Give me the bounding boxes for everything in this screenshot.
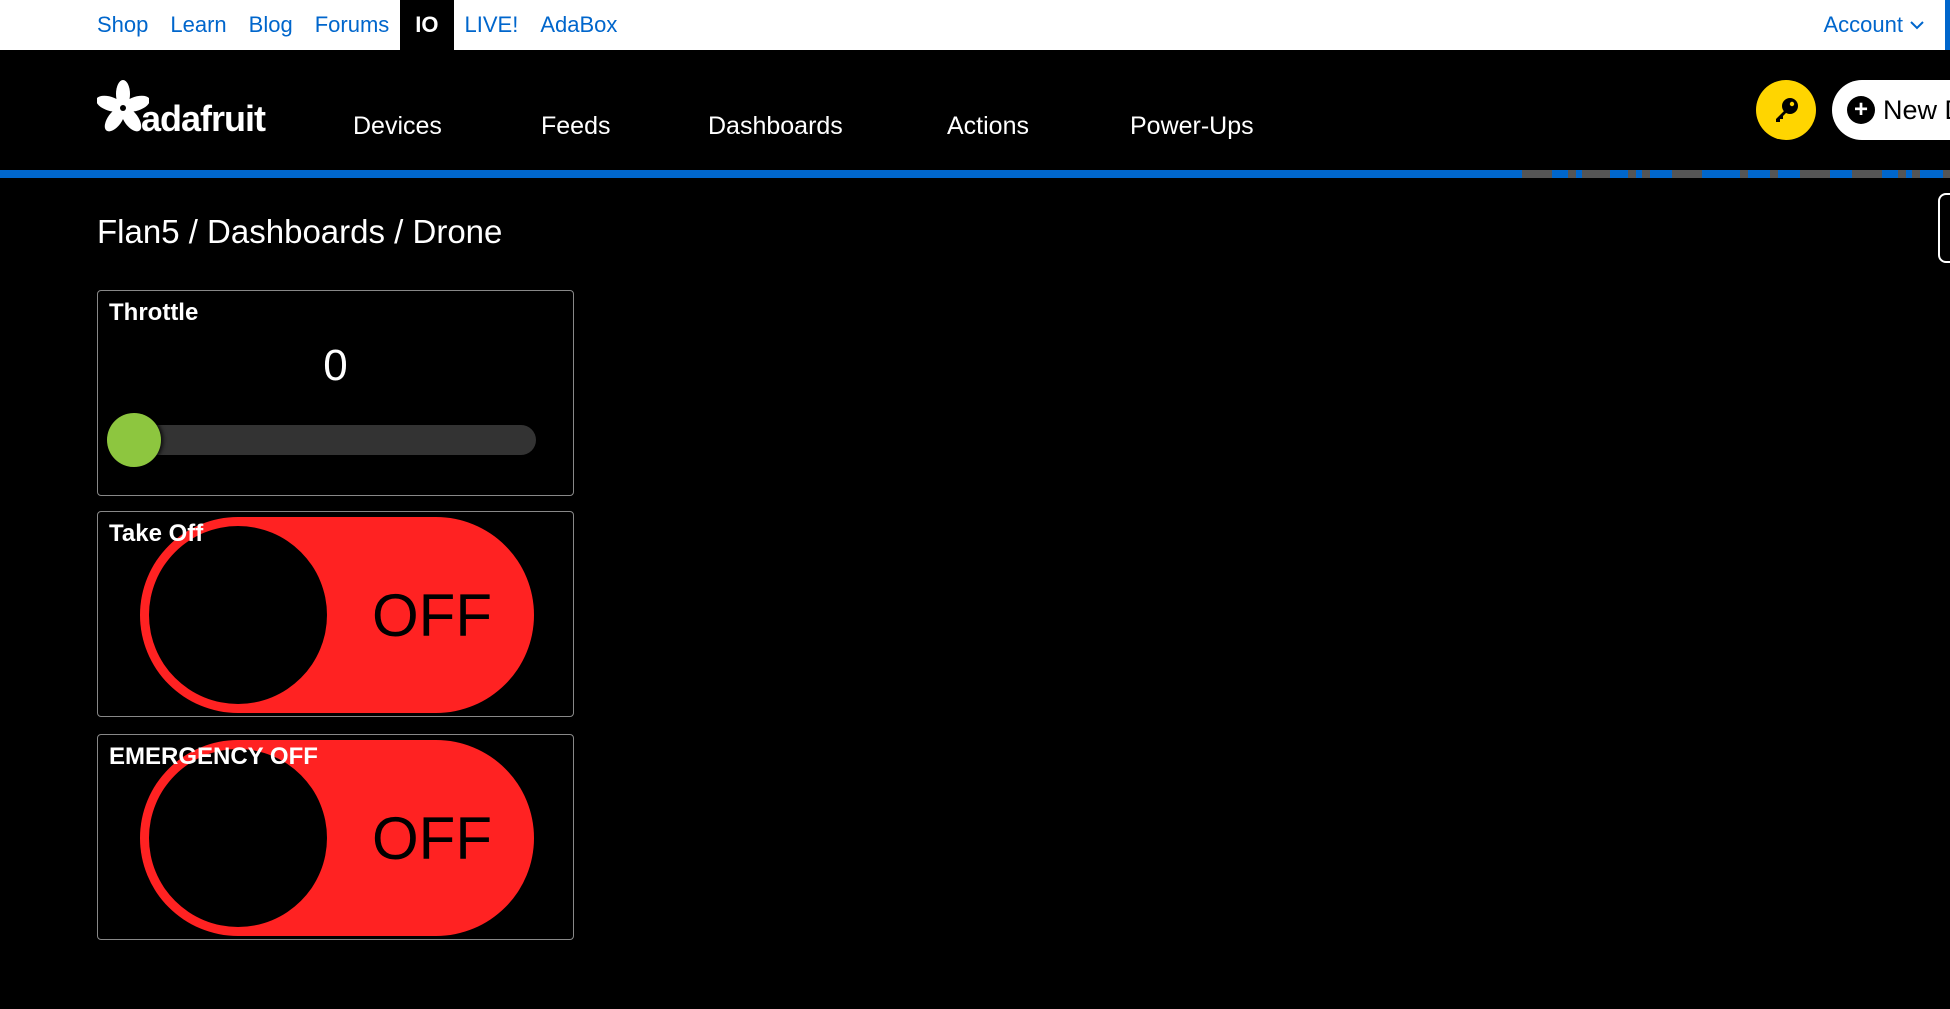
top-links: Shop Learn Blog Forums IO LIVE! AdaBox: [97, 0, 628, 50]
toggle-block-take-off: Take Off OFF: [97, 511, 574, 717]
top-link-forums[interactable]: Forums: [304, 0, 401, 50]
slider-thumb[interactable]: [107, 413, 161, 467]
stripe-segment: [1672, 170, 1702, 178]
stripe-segment: [1568, 170, 1576, 178]
new-dashboard-button[interactable]: + New D: [1832, 80, 1950, 140]
top-link-adabox[interactable]: AdaBox: [529, 0, 628, 50]
block-title: Take Off: [109, 520, 204, 547]
top-link-shop[interactable]: Shop: [97, 0, 159, 50]
stripe-segment: [1642, 170, 1650, 178]
toggle-block-emergency-off: EMERGENCY OFF OFF: [97, 734, 574, 940]
nav-devices[interactable]: Devices: [353, 112, 442, 141]
stripe-segment: [1770, 170, 1778, 178]
stripe-segment: [1800, 170, 1830, 178]
account-menu[interactable]: Account: [1824, 0, 1926, 50]
nav-power-ups[interactable]: Power-Ups: [1130, 112, 1254, 141]
top-link-blog[interactable]: Blog: [238, 0, 304, 50]
toggle-state-label: OFF: [372, 804, 492, 872]
stripe-segment: [1898, 170, 1906, 178]
nav-actions[interactable]: Actions: [947, 112, 1029, 141]
top-link-io[interactable]: IO: [400, 0, 454, 50]
stripe-segment: [1740, 170, 1748, 178]
block-title: EMERGENCY OFF: [109, 743, 318, 770]
main-header: adafruit Devices Feeds Dashboards Action…: [0, 50, 1950, 170]
top-link-learn[interactable]: Learn: [159, 0, 237, 50]
stripe-segment: [1522, 170, 1552, 178]
api-key-button[interactable]: [1756, 80, 1816, 140]
stripe-segment: [1582, 170, 1610, 178]
nav-feeds[interactable]: Feeds: [541, 112, 610, 141]
stripe-segment: [1628, 170, 1636, 178]
plus-circle-icon: +: [1847, 96, 1875, 124]
stripe-segment: [1912, 170, 1920, 178]
nav-dashboards[interactable]: Dashboards: [708, 112, 843, 141]
stripe-segment: [1943, 170, 1950, 178]
slider-track[interactable]: [136, 425, 536, 455]
account-label: Account: [1823, 12, 1904, 37]
stripe-segment: [1852, 170, 1882, 178]
topbar-edge: [1945, 0, 1950, 50]
toggle-knob: [149, 526, 327, 704]
block-title: Throttle: [109, 299, 199, 326]
slider-value: 0: [323, 341, 348, 390]
toggle-knob: [149, 749, 327, 927]
logo-text: adafruit: [141, 98, 266, 139]
adafruit-logo[interactable]: adafruit: [97, 80, 266, 139]
breadcrumb: Flan5 / Dashboards / Drone: [97, 213, 503, 250]
chevron-down-icon: [1910, 21, 1924, 30]
loading-stripe: [0, 170, 1950, 178]
side-panel-handle[interactable]: [1938, 193, 1950, 263]
slider-block-throttle: Throttle 0: [97, 290, 574, 496]
key-icon: [1776, 98, 1798, 122]
toggle-state-label: OFF: [372, 581, 492, 649]
top-link-live[interactable]: LIVE!: [454, 0, 530, 50]
new-button-label: New D: [1883, 94, 1950, 125]
top-bar: Shop Learn Blog Forums IO LIVE! AdaBox A…: [0, 0, 1950, 50]
